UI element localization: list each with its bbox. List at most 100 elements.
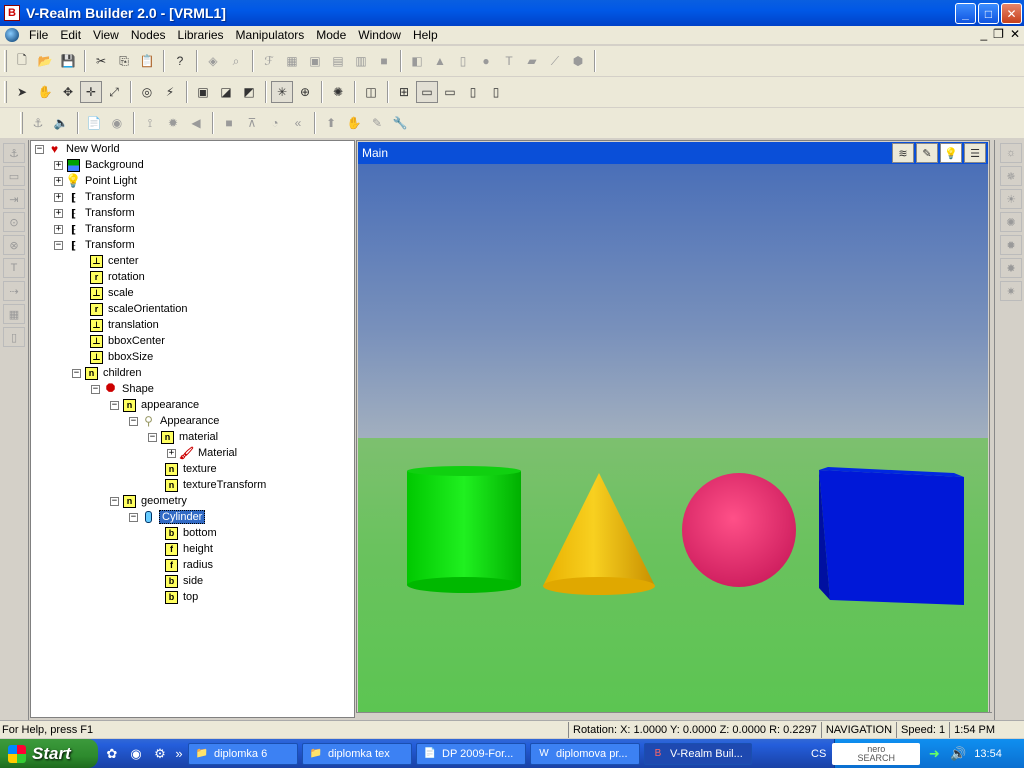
menu-file[interactable]: File bbox=[23, 28, 54, 42]
collapse-icon[interactable]: − bbox=[129, 416, 138, 426]
maximize-button[interactable]: □ bbox=[978, 3, 999, 24]
chevron-icon[interactable]: » bbox=[174, 744, 184, 764]
headlight-toggle-icon[interactable]: 💡 bbox=[940, 143, 962, 163]
light-node-icon[interactable]: ✹ bbox=[162, 112, 184, 134]
start-button[interactable]: Start bbox=[0, 739, 98, 768]
expand-icon[interactable]: + bbox=[54, 192, 63, 202]
render-icon[interactable]: ✺ bbox=[327, 81, 349, 103]
tree-item-appearance-node[interactable]: − ⚲ Appearance bbox=[129, 413, 219, 429]
touch-sensor-icon[interactable]: ■ bbox=[218, 112, 240, 134]
billboard-icon[interactable]: ■ bbox=[373, 50, 395, 72]
pencil-icon[interactable]: ✎ bbox=[916, 143, 938, 163]
transform-node-icon[interactable]: T bbox=[3, 258, 25, 278]
collapse-icon[interactable]: − bbox=[72, 368, 81, 378]
tree-item-field[interactable]: r rotation bbox=[90, 269, 145, 285]
minimize-button[interactable]: _ bbox=[955, 3, 976, 24]
open-folder-icon[interactable]: 📂 bbox=[34, 50, 56, 72]
task-vrealm[interactable]: B V-Realm Buil... bbox=[644, 742, 752, 765]
yellow-cone[interactable] bbox=[543, 473, 655, 595]
tree-item-field[interactable]: b bottom bbox=[165, 525, 217, 541]
new-file-icon[interactable]: 🗋 bbox=[11, 50, 33, 72]
viewpoint-list-icon[interactable]: ≋ bbox=[892, 143, 914, 163]
collapse-icon[interactable]: − bbox=[129, 512, 138, 522]
move-icon[interactable]: ✥ bbox=[57, 81, 79, 103]
firefox-icon[interactable]: ◉ bbox=[126, 744, 146, 764]
tree-item-field[interactable]: ⊥ translation bbox=[90, 317, 159, 333]
anchor-node-icon[interactable]: ⚓ bbox=[27, 112, 49, 134]
spot-icon[interactable]: ◀ bbox=[185, 112, 207, 134]
tree-item-transform[interactable]: + ⁅ Transform bbox=[54, 189, 135, 205]
language-indicator[interactable]: CS bbox=[811, 748, 826, 760]
blue-box[interactable] bbox=[819, 467, 964, 605]
flat-shade-icon[interactable]: ◪ bbox=[215, 81, 237, 103]
globe-icon[interactable] bbox=[5, 28, 19, 42]
expand-icon[interactable]: + bbox=[54, 160, 63, 170]
layout-2-icon[interactable]: ▭ bbox=[416, 81, 438, 103]
save-icon[interactable]: 💾 bbox=[57, 50, 79, 72]
tree-item-field[interactable]: f height bbox=[165, 541, 213, 557]
menu-libraries[interactable]: Libraries bbox=[172, 28, 230, 42]
tree-item-field[interactable]: ⊥ bboxSize bbox=[90, 349, 153, 365]
tree-item-field[interactable]: ⊥ scale bbox=[90, 285, 134, 301]
inline-icon[interactable]: ▣ bbox=[304, 50, 326, 72]
plane-sensor-icon[interactable]: ⊼ bbox=[241, 112, 263, 134]
hand-tool-icon[interactable]: ✋ bbox=[343, 112, 365, 134]
light-7-icon[interactable]: ✷ bbox=[1000, 281, 1022, 301]
tree-item-transform[interactable]: − ⁅ Transform bbox=[54, 237, 135, 253]
copy-icon[interactable]: ⎘ bbox=[113, 50, 135, 72]
tree-item-field[interactable]: r scaleOrientation bbox=[90, 301, 188, 317]
hand-icon[interactable]: ✋ bbox=[34, 81, 56, 103]
globe-view-icon[interactable]: ⊕ bbox=[294, 81, 316, 103]
tree-item-children[interactable]: − n children bbox=[72, 365, 142, 381]
group-icon[interactable]: ▦ bbox=[281, 50, 303, 72]
text-icon[interactable]: T bbox=[498, 50, 520, 72]
find-icon[interactable]: ⌕ bbox=[225, 50, 247, 72]
route-icon[interactable]: ⬆ bbox=[320, 112, 342, 134]
collapse-icon[interactable]: − bbox=[110, 400, 119, 410]
collapse-icon[interactable]: − bbox=[110, 496, 119, 506]
collision-icon[interactable]: ⇥ bbox=[3, 189, 25, 209]
task-diplomka-6[interactable]: 📁 diplomka 6 bbox=[188, 742, 298, 765]
interpolator-icon[interactable]: « bbox=[287, 112, 309, 134]
task-diplomova[interactable]: W diplomova pr... bbox=[530, 742, 640, 765]
layout-3-icon[interactable]: ▭ bbox=[439, 81, 461, 103]
collapse-icon[interactable]: − bbox=[54, 240, 63, 250]
lod-icon[interactable]: ▤ bbox=[327, 50, 349, 72]
ifs-icon[interactable]: ⬢ bbox=[567, 50, 589, 72]
menu-nodes[interactable]: Nodes bbox=[125, 28, 172, 42]
time-sensor-icon[interactable]: ◔ bbox=[264, 112, 286, 134]
collapse-icon[interactable]: − bbox=[91, 384, 100, 394]
collapse-icon[interactable]: − bbox=[148, 432, 157, 442]
pointer-icon[interactable]: ➤ bbox=[11, 81, 33, 103]
tree-item-texture-transform[interactable]: n textureTransform bbox=[165, 477, 266, 493]
elevation-grid-icon[interactable]: ▰ bbox=[521, 50, 543, 72]
tree-item-shape[interactable]: − ⯃ Shape bbox=[91, 381, 154, 397]
tree-item-field[interactable]: b top bbox=[165, 589, 198, 605]
menu-manipulators[interactable]: Manipulators bbox=[230, 28, 311, 42]
mdi-minimize-button[interactable]: _ bbox=[980, 27, 987, 41]
tree-item-transform[interactable]: + ⁅ Transform bbox=[54, 221, 135, 237]
pink-sphere[interactable] bbox=[682, 473, 796, 587]
box-shape-icon[interactable]: ◧ bbox=[406, 50, 428, 72]
scene-tree[interactable]: − ♥ New World + Background + 💡 Point Lig… bbox=[30, 140, 355, 718]
shape-node-icon[interactable]: ▯ bbox=[3, 327, 25, 347]
wireframe-icon[interactable]: ▣ bbox=[192, 81, 214, 103]
tree-item-geometry[interactable]: − n geometry bbox=[110, 493, 187, 509]
tree-item-transform[interactable]: + ⁅ Transform bbox=[54, 205, 135, 221]
light-5-icon[interactable]: ✹ bbox=[1000, 235, 1022, 255]
navigation-mode-icon[interactable]: ☰ bbox=[964, 143, 986, 163]
menu-help[interactable]: Help bbox=[407, 28, 444, 42]
menu-window[interactable]: Window bbox=[352, 28, 407, 42]
close-button[interactable]: ✕ bbox=[1001, 3, 1022, 24]
tree-item-appearance-field[interactable]: − n appearance bbox=[110, 397, 199, 413]
sphere-shape-icon[interactable]: ● bbox=[475, 50, 497, 72]
billboard-node-icon[interactable]: ▭ bbox=[3, 166, 25, 186]
arrow-icon[interactable]: ➜ bbox=[924, 744, 944, 764]
script-icon[interactable]: 📄 bbox=[83, 112, 105, 134]
expand-icon[interactable]: + bbox=[54, 224, 63, 234]
nero-search-box[interactable]: nero SEARCH bbox=[832, 742, 921, 765]
headlight-icon[interactable]: ⚡ bbox=[159, 81, 181, 103]
green-cylinder[interactable] bbox=[407, 466, 521, 593]
light-6-icon[interactable]: ✸ bbox=[1000, 258, 1022, 278]
light-4-icon[interactable]: ✺ bbox=[1000, 212, 1022, 232]
